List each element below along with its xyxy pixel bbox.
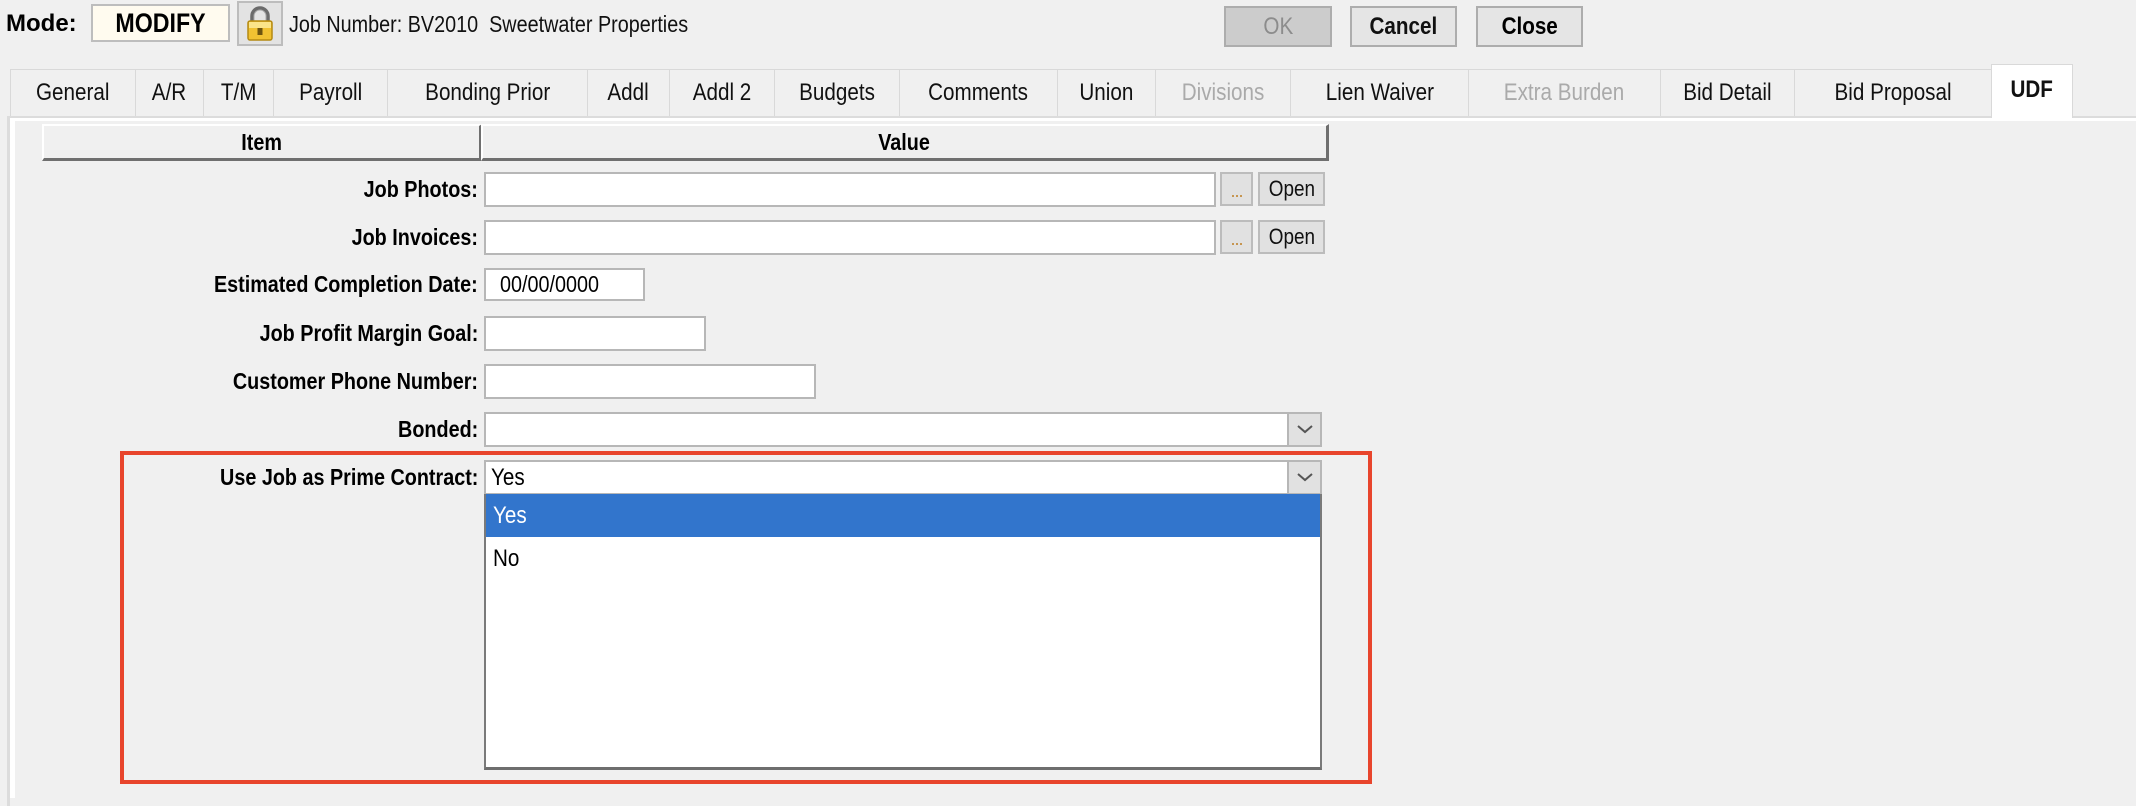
dropdown-option-yes[interactable]: Yes [486, 494, 1320, 537]
bonded-select[interactable] [484, 412, 1322, 447]
tab-label: Divisions [1181, 79, 1265, 106]
estimated-completion-date-label: Estimated Completion Date: [214, 271, 478, 297]
tab-budgets[interactable]: Budgets [774, 69, 900, 116]
column-header-label: Item [241, 129, 282, 155]
lock-button[interactable] [237, 1, 283, 46]
bonded-dropdown-button[interactable] [1287, 414, 1320, 445]
tab-union[interactable]: Union [1057, 69, 1156, 116]
tab-bid-proposal[interactable]: Bid Proposal [1794, 69, 1992, 116]
job-invoices-open-button[interactable]: Open [1258, 220, 1325, 254]
customer-phone-number-input[interactable] [484, 364, 816, 399]
tab-divisions[interactable]: Divisions [1155, 69, 1291, 116]
tab-label: Bid Detail [1683, 79, 1772, 106]
job-invoices-browse-button[interactable]: ... [1220, 220, 1253, 254]
tab-label: T/M [220, 79, 257, 106]
job-photos-browse-button[interactable]: ... [1220, 172, 1253, 206]
prime-contract-dropdown-button[interactable] [1287, 462, 1320, 493]
chevron-down-icon [1297, 473, 1313, 482]
tab-label: Comments [928, 79, 1029, 106]
job-profit-margin-goal-label: Job Profit Margin Goal: [259, 320, 478, 346]
tab-label: Bid Proposal [1834, 79, 1952, 106]
job-invoices-input[interactable] [484, 220, 1216, 255]
tab-ar[interactable]: A/R [135, 69, 204, 116]
column-header-item[interactable]: Item [42, 124, 482, 161]
mode-value: MODIFY [91, 4, 230, 42]
open-button-label: Open [1268, 224, 1315, 249]
job-photos-label: Job Photos: [363, 176, 478, 202]
tab-addl[interactable]: Addl [587, 69, 670, 116]
customer-phone-number-label: Customer Phone Number: [232, 368, 478, 394]
close-button-label: Close [1501, 13, 1558, 40]
tab-label: General [36, 79, 110, 106]
dropdown-option-no[interactable]: No [486, 537, 1320, 580]
tab-label: Extra Burden [1504, 79, 1625, 106]
use-job-as-prime-contract-select[interactable]: Yes [484, 460, 1322, 495]
tab-udf[interactable]: UDF [1991, 64, 2073, 118]
tab-label: Payroll [298, 79, 363, 106]
use-job-as-prime-contract-label: Use Job as Prime Contract: [219, 464, 478, 490]
panel-highlight-edge [10, 118, 15, 798]
lock-icon [247, 6, 273, 41]
tab-addl-2[interactable]: Addl 2 [669, 69, 775, 116]
column-header-label: Value [878, 129, 931, 155]
prime-contract-select-value: Yes [491, 464, 525, 491]
mode-value-text: MODIFY [115, 8, 206, 38]
tab-label: Budgets [799, 79, 875, 106]
tab-bonding-prior[interactable]: Bonding Prior [387, 69, 588, 116]
open-button-label: Open [1268, 176, 1315, 201]
date-value: 00/00/0000 [500, 271, 600, 297]
tab-payroll[interactable]: Payroll [273, 69, 388, 116]
tab-label: Addl 2 [692, 79, 752, 106]
cancel-button-label: Cancel [1369, 13, 1438, 40]
chevron-down-icon [1297, 425, 1313, 434]
job-number-value: Job Number: BV2010 Sweetwater Properties [289, 11, 689, 37]
tab-bid-detail[interactable]: Bid Detail [1660, 69, 1795, 116]
cancel-button[interactable]: Cancel [1350, 6, 1457, 47]
job-photos-open-button[interactable]: Open [1258, 172, 1325, 206]
tab-general[interactable]: General [10, 69, 136, 116]
tab-label: Addl [607, 79, 650, 106]
tab-lien-waiver[interactable]: Lien Waiver [1290, 69, 1469, 116]
ok-button[interactable]: OK [1224, 6, 1332, 47]
close-button[interactable]: Close [1476, 6, 1583, 47]
bonded-label: Bonded: [397, 416, 478, 442]
column-header-value[interactable]: Value [481, 124, 1329, 161]
tab-label: Lien Waiver [1325, 79, 1434, 106]
job-invoices-label: Job Invoices: [351, 224, 478, 250]
prime-contract-dropdown-list[interactable]: Yes No [484, 494, 1322, 770]
ok-button-label: OK [1263, 13, 1293, 40]
job-photos-input[interactable] [484, 172, 1216, 207]
estimated-completion-date-input[interactable]: 00/00/0000 [484, 268, 645, 301]
tab-label: Union [1079, 79, 1134, 106]
tab-extra-burden[interactable]: Extra Burden [1468, 69, 1661, 116]
tab-comments[interactable]: Comments [899, 69, 1058, 116]
mode-label: Mode: [6, 10, 77, 37]
tab-label: A/R [152, 79, 187, 106]
tab-label: UDF [2010, 76, 2054, 103]
panel-highlight-line [10, 118, 2136, 121]
job-profit-margin-goal-input[interactable] [484, 316, 706, 351]
tab-tm[interactable]: T/M [203, 69, 274, 116]
job-number-text: Job Number: BV2010 Sweetwater Properties [289, 6, 753, 42]
tab-label: Bonding Prior [424, 79, 551, 106]
